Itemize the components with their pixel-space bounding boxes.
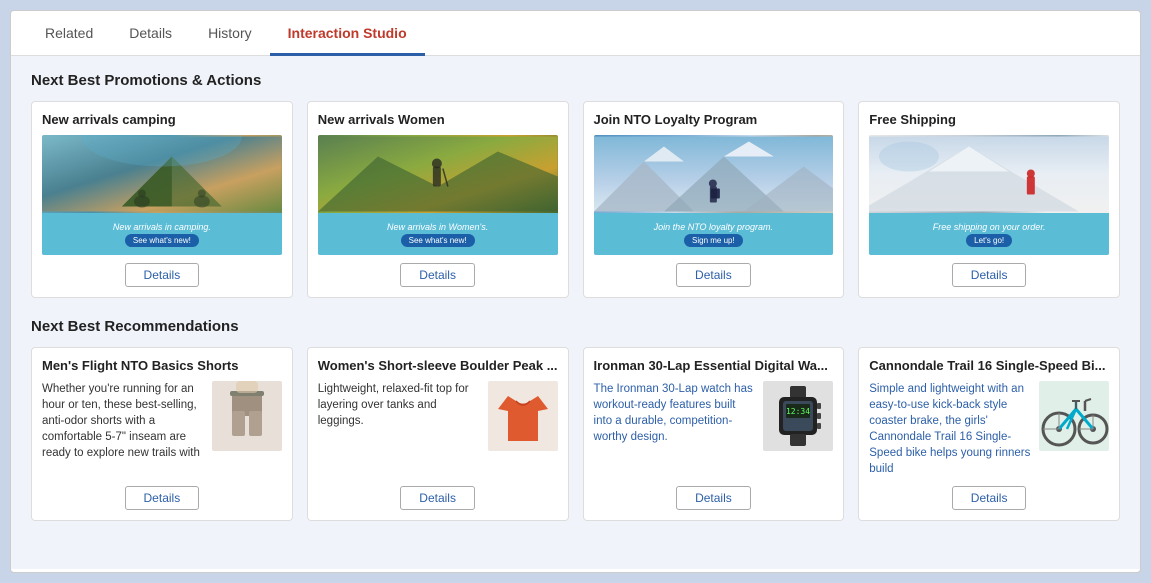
promo-camping-btn[interactable]: See what's new!: [125, 234, 199, 247]
promo-loyalty-top-image: [594, 135, 834, 213]
tab-interaction-studio[interactable]: Interaction Studio: [270, 11, 425, 56]
rec-card-watch-text: The Ironman 30-Lap watch has workout-rea…: [594, 381, 756, 478]
promo-camping-bottom: New arrivals in camping. See what's new!: [42, 213, 282, 255]
promo-camping-top-image: [42, 135, 282, 213]
rec-card-bike-image: [1039, 381, 1109, 451]
promo-women-bottom: New arrivals in Women's. See what's new!: [318, 213, 558, 255]
promo-shipping-top-image: [869, 135, 1109, 213]
promo-loyalty-btn[interactable]: Sign me up!: [684, 234, 743, 247]
promo-loyalty-caption: Join the NTO loyalty program.: [654, 222, 773, 232]
promo-card-women-title: New arrivals Women: [318, 112, 558, 127]
recommendations-title: Next Best Recommendations: [31, 318, 1120, 335]
recommendations-grid: Men's Flight NTO Basics Shorts Whether y…: [31, 347, 1120, 521]
rec-card-watch-title: Ironman 30-Lap Essential Digital Wa...: [594, 358, 834, 373]
content-area: Next Best Promotions & Actions New arriv…: [11, 56, 1140, 569]
rec-card-watch: Ironman 30-Lap Essential Digital Wa... T…: [583, 347, 845, 521]
rec-card-shorts-image: [212, 381, 282, 451]
promo-shipping-caption: Free shipping on your order.: [933, 222, 1046, 232]
promo-loyalty-details-btn[interactable]: Details: [676, 263, 751, 287]
svg-text:12:34: 12:34: [786, 407, 810, 416]
promo-women-details-btn[interactable]: Details: [400, 263, 475, 287]
promo-card-loyalty: Join NTO Loyalty Program: [583, 101, 845, 298]
promo-camping-caption: New arrivals in camping.: [113, 222, 211, 232]
promo-card-women: New arrivals Women: [307, 101, 569, 298]
rec-card-bike-body: Simple and lightweight with an easy-to-u…: [869, 381, 1109, 478]
tab-related[interactable]: Related: [27, 11, 111, 56]
promotions-section: Next Best Promotions & Actions New arriv…: [31, 72, 1120, 298]
recommendations-section: Next Best Recommendations Men's Flight N…: [31, 318, 1120, 521]
promo-camping-details-btn[interactable]: Details: [125, 263, 200, 287]
tab-history[interactable]: History: [190, 11, 270, 56]
rec-card-tshirt: Women's Short-sleeve Boulder Peak ... Li…: [307, 347, 569, 521]
tab-details[interactable]: Details: [111, 11, 190, 56]
rec-card-shorts-title: Men's Flight NTO Basics Shorts: [42, 358, 282, 373]
promo-women-caption: New arrivals in Women's.: [387, 222, 488, 232]
rec-card-bike-details-btn[interactable]: Details: [952, 486, 1027, 510]
tabs-bar: Related Details History Interaction Stud…: [11, 11, 1140, 56]
promo-card-loyalty-title: Join NTO Loyalty Program: [594, 112, 834, 127]
promo-shipping-bottom: Free shipping on your order. Let's go!: [869, 213, 1109, 255]
rec-card-tshirt-image: [488, 381, 558, 451]
promo-card-shipping: Free Shipping: [858, 101, 1120, 298]
promo-shipping-btn[interactable]: Let's go!: [966, 234, 1012, 247]
promo-shipping-image-area: Free shipping on your order. Let's go!: [869, 135, 1109, 255]
rec-card-watch-image: 12:34: [763, 381, 833, 451]
promotions-grid: New arrivals camping: [31, 101, 1120, 298]
promo-women-btn[interactable]: See what's new!: [401, 234, 475, 247]
rec-card-bike: Cannondale Trail 16 Single-Speed Bi... S…: [858, 347, 1120, 521]
main-container: Related Details History Interaction Stud…: [10, 10, 1141, 573]
rec-card-tshirt-title: Women's Short-sleeve Boulder Peak ...: [318, 358, 558, 373]
promo-women-top-image: [318, 135, 558, 213]
rec-card-shorts-details-btn[interactable]: Details: [125, 486, 200, 510]
promo-loyalty-bottom: Join the NTO loyalty program. Sign me up…: [594, 213, 834, 255]
rec-card-shorts: Men's Flight NTO Basics Shorts Whether y…: [31, 347, 293, 521]
rec-card-watch-body: The Ironman 30-Lap watch has workout-rea…: [594, 381, 834, 478]
rec-card-shorts-text: Whether you're running for an hour or te…: [42, 381, 204, 478]
promo-card-shipping-title: Free Shipping: [869, 112, 1109, 127]
promo-shipping-details-btn[interactable]: Details: [952, 263, 1027, 287]
rec-card-tshirt-body: Lightweight, relaxed-fit top for layerin…: [318, 381, 558, 478]
promotions-title: Next Best Promotions & Actions: [31, 72, 1120, 89]
promo-women-image-area: New arrivals in Women's. See what's new!: [318, 135, 558, 255]
rec-card-bike-text: Simple and lightweight with an easy-to-u…: [869, 381, 1031, 478]
promo-loyalty-image-area: Join the NTO loyalty program. Sign me up…: [594, 135, 834, 255]
promo-card-camping-title: New arrivals camping: [42, 112, 282, 127]
rec-card-tshirt-text: Lightweight, relaxed-fit top for layerin…: [318, 381, 480, 478]
rec-card-bike-title: Cannondale Trail 16 Single-Speed Bi...: [869, 358, 1109, 373]
rec-card-shorts-body: Whether you're running for an hour or te…: [42, 381, 282, 478]
promo-card-camping: New arrivals camping: [31, 101, 293, 298]
rec-card-tshirt-details-btn[interactable]: Details: [400, 486, 475, 510]
rec-card-watch-details-btn[interactable]: Details: [676, 486, 751, 510]
promo-camping-image-area: New arrivals in camping. See what's new!: [42, 135, 282, 255]
